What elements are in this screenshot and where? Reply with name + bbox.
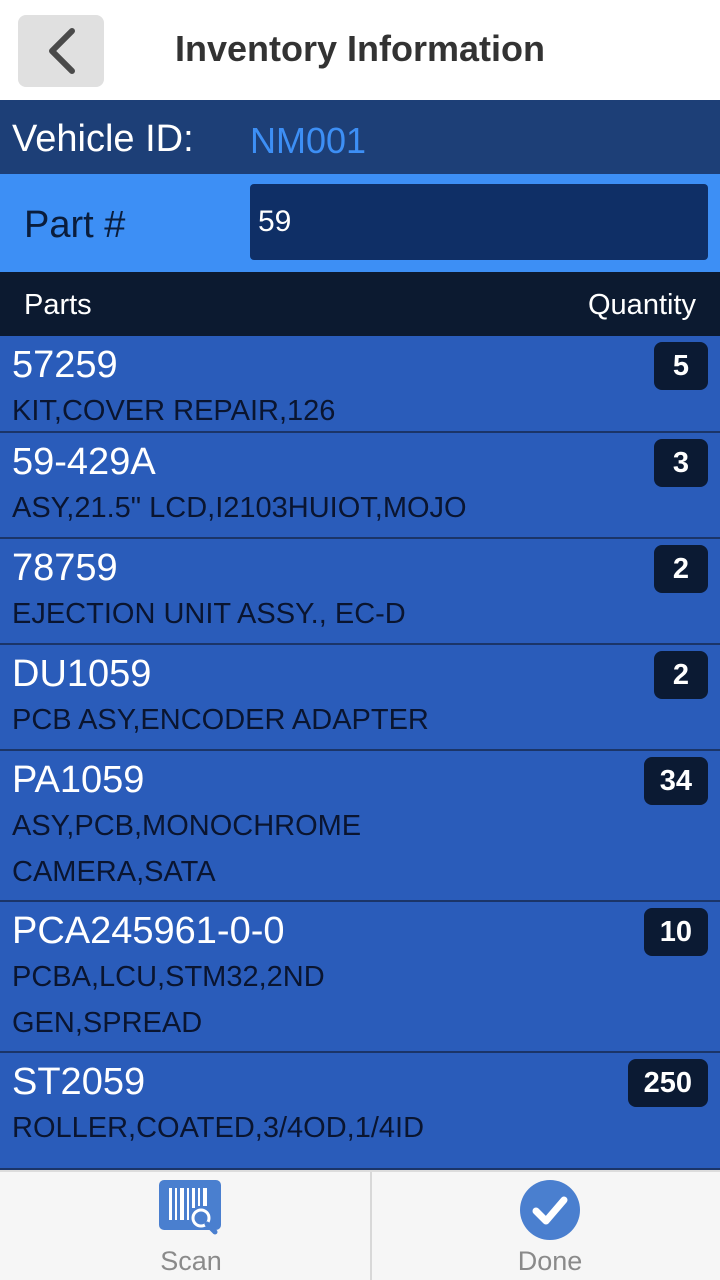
quantity-badge: 10	[643, 908, 708, 956]
part-number: 57259	[12, 344, 118, 386]
app-header: Inventory Information	[0, 0, 720, 100]
done-button[interactable]: Done	[370, 1172, 720, 1280]
list-item[interactable]: PCA245961-0-0 PCBA,LCU,STM32,2ND GEN,SPR…	[0, 902, 720, 1053]
column-parts: Parts	[24, 289, 92, 321]
scan-button[interactable]: Scan	[12, 1172, 370, 1280]
list-item[interactable]: PA1059 ASY,PCB,MONOCHROME CAMERA,SATA 34	[0, 751, 720, 902]
vehicle-id-label: Vehicle ID:	[12, 118, 194, 160]
quantity-badge: 2	[654, 651, 708, 699]
bottom-toolbar: Scan Done	[0, 1170, 720, 1280]
done-label: Done	[517, 1246, 583, 1276]
list-item[interactable]: ST2059 ROLLER,COATED,3/4OD,1/4ID 250	[0, 1053, 720, 1170]
scan-label: Scan	[160, 1246, 222, 1276]
part-number: 78759	[12, 547, 118, 589]
part-description: PCBA,LCU,STM32,2ND GEN,SPREAD	[12, 961, 325, 1039]
column-quantity: Quantity	[588, 289, 696, 321]
part-description: ASY,PCB,MONOCHROME CAMERA,SATA	[12, 810, 362, 888]
page-title: Inventory Information	[174, 28, 546, 69]
quantity-badge: 2	[654, 545, 708, 593]
quantity-badge: 5	[654, 342, 708, 390]
quantity-badge: 3	[654, 439, 708, 487]
part-description: ASY,21.5" LCD,I2103HUIOT,MOJO	[12, 492, 467, 524]
part-number: PCA245961-0-0	[12, 910, 285, 952]
part-description: PCB ASY,ENCODER ADAPTER	[12, 704, 429, 736]
parts-list[interactable]: 57259 KIT,COVER REPAIR,126 5 59-429A ASY…	[0, 336, 720, 1170]
list-column-header: Parts Quantity	[0, 272, 720, 336]
list-item[interactable]: 59-429A ASY,21.5" LCD,I2103HUIOT,MOJO 3	[0, 433, 720, 539]
part-number: DU1059	[12, 653, 152, 695]
part-number-input[interactable]	[250, 184, 708, 260]
vehicle-id-row: Vehicle ID: NM001	[0, 100, 720, 174]
part-search-row: Part #	[0, 174, 720, 272]
barcode-scan-icon	[159, 1180, 221, 1235]
part-description: ROLLER,COATED,3/4OD,1/4ID	[12, 1112, 425, 1144]
quantity-badge: 34	[643, 757, 708, 805]
checkmark-circle-icon	[520, 1180, 580, 1240]
part-number: ST2059	[12, 1061, 146, 1103]
list-item[interactable]: 78759 EJECTION UNIT ASSY., EC-D 2	[0, 539, 720, 645]
part-number-label: Part #	[24, 204, 126, 246]
quantity-badge: 250	[627, 1059, 708, 1107]
list-item[interactable]: DU1059 PCB ASY,ENCODER ADAPTER 2	[0, 645, 720, 751]
vehicle-id-value: NM001	[250, 120, 367, 161]
part-number: PA1059	[12, 759, 145, 801]
part-description: KIT,COVER REPAIR,126	[12, 395, 336, 427]
part-description: EJECTION UNIT ASSY., EC-D	[12, 598, 406, 630]
list-item[interactable]: 57259 KIT,COVER REPAIR,126 5	[0, 336, 720, 433]
part-number: 59-429A	[12, 441, 156, 483]
